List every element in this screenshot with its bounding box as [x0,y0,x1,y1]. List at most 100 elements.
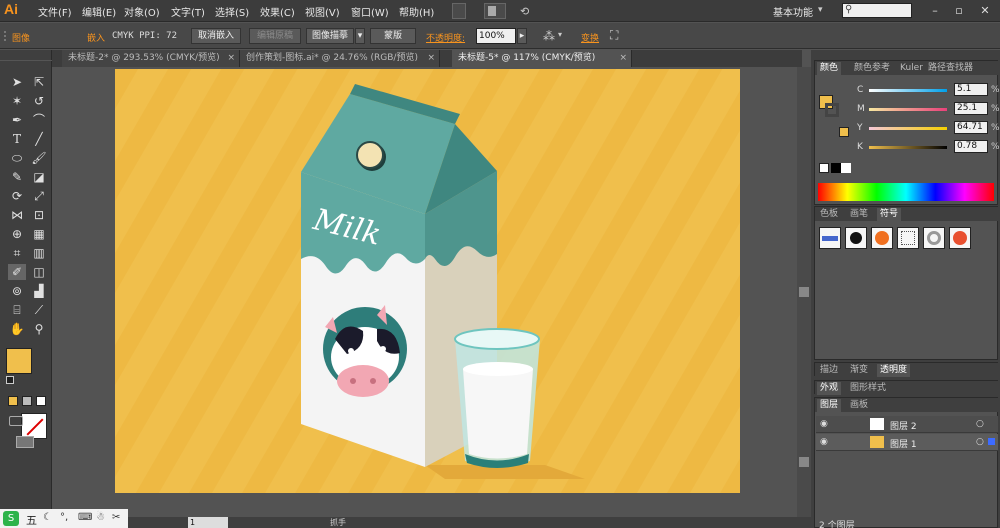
layer-row[interactable]: ◉ 图层 1 ○ [816,434,998,451]
transform-each-icon[interactable]: ⛶ [610,28,618,43]
curvature-tool-icon[interactable]: ⌒ [30,112,48,128]
tab-layers[interactable]: 图层 [817,399,842,412]
tab-transparency[interactable]: 透明度 [877,364,911,377]
rotate-tool-icon[interactable]: ⟳ [8,188,26,204]
pencil-tool-icon[interactable]: ✎ [8,169,26,185]
width-tool-icon[interactable]: ⋈ [8,207,26,223]
m-value-input[interactable]: 25.1 [954,102,988,115]
align-icon[interactable]: ⁂ [543,29,555,43]
moon-icon[interactable]: ☾ [43,512,52,523]
chevron-down-icon[interactable]: ▾ [558,30,562,39]
color-spectrum[interactable] [818,183,994,201]
menu-help[interactable]: 帮助(H) [399,4,434,19]
selection-type-label[interactable]: 图像 [12,31,30,44]
lasso-tool-icon[interactable]: ↺ [30,93,48,109]
symbol-orange-button[interactable] [871,227,893,249]
tab-gradient[interactable]: 渐变 [847,364,871,377]
white-swatch[interactable] [841,163,851,173]
maximize-icon[interactable]: ▫ [948,2,970,20]
y-value-input[interactable]: 64.71 [954,121,988,134]
layer-name[interactable]: 图层 1 [890,437,917,450]
paintbrush-tool-icon[interactable]: 🖌 [30,150,48,166]
settings-icon[interactable]: ✂ [112,512,120,523]
layer-row[interactable]: ◉ 图层 2 ○ [816,416,998,433]
close-icon[interactable]: × [619,50,627,67]
perspective-grid-tool-icon[interactable]: ▦ [30,226,48,242]
eyedropper-tool-icon[interactable]: ✐ [8,264,26,280]
tab-graphic-styles[interactable]: 图形样式 [847,382,889,395]
tab-artboards[interactable]: 画板 [847,399,871,412]
artboard[interactable]: Milk [115,69,740,493]
bridge-icon[interactable] [452,3,466,19]
tab-symbols[interactable]: 符号 [877,208,902,221]
slice-tool-icon[interactable]: ⟋ [30,302,48,318]
column-graph-tool-icon[interactable]: ▟ [30,283,48,299]
screen-mode-icon[interactable] [16,436,34,448]
tab-color-guide[interactable]: 颜色参考 [851,62,893,75]
c-value-input[interactable]: 5.1 [954,83,988,96]
vertical-scrollbar[interactable] [797,67,811,517]
stroke-swatch[interactable] [21,413,47,439]
menu-effect[interactable]: 效果(C) [260,4,295,19]
hand-tool-icon[interactable]: ✋ [8,321,26,337]
type-tool-icon[interactable]: T [8,131,26,147]
tab-appearance[interactable]: 外观 [817,382,842,395]
draw-mode-icon[interactable] [9,416,23,426]
none-swatch[interactable] [819,163,829,173]
menu-window[interactable]: 窗口(W) [351,4,389,19]
tab-pathfinder[interactable]: 路径查找器 [925,62,976,75]
tab-document-1[interactable]: 未标题-2* @ 293.53% (CMYK/预览) × [62,50,240,67]
scale-tool-icon[interactable]: ⤢ [30,188,48,204]
line-tool-icon[interactable]: ╱ [30,131,48,147]
close-icon[interactable]: × [427,50,435,67]
tab-color[interactable]: 颜色 [817,62,842,75]
tab-stroke[interactable]: 描边 [817,364,841,377]
opacity-input[interactable]: 100% [476,28,516,44]
pen-tool-icon[interactable]: ✒ [8,112,26,128]
y-slider[interactable] [869,127,947,130]
default-colors-icon[interactable] [6,376,14,384]
tab-brushes[interactable]: 画笔 [847,208,871,221]
selection-indicator[interactable] [988,438,995,445]
color-mode-icon[interactable] [8,396,18,406]
tab-kuler[interactable]: Kuler [897,62,926,75]
ellipse-tool-icon[interactable]: ⬭ [8,150,26,166]
k-slider[interactable] [869,146,947,149]
image-trace-button[interactable]: 图像描摹 [306,28,354,44]
symbol-ink-splat[interactable] [845,227,867,249]
eraser-tool-icon[interactable]: ◪ [30,169,48,185]
menu-view[interactable]: 视图(V) [305,4,340,19]
embedded-label[interactable]: 嵌入 [87,31,105,44]
page-field[interactable]: 1 [188,517,228,528]
tab-swatches[interactable]: 色板 [817,208,841,221]
k-value-input[interactable]: 0.78 [954,140,988,153]
target-icon[interactable]: ○ [976,437,984,447]
c-slider[interactable] [869,89,947,92]
close-icon[interactable]: ✕ [974,2,996,20]
target-icon[interactable]: ○ [976,419,984,429]
symbol-blue-bar[interactable] [819,227,841,249]
keyboard-icon[interactable]: ⌨ [78,512,92,523]
menu-object[interactable]: 对象(O) [124,4,160,19]
scroll-thumb[interactable] [799,287,809,297]
symbol-dotted-frame[interactable] [897,227,919,249]
eye-icon[interactable]: ◉ [820,437,828,447]
menu-select[interactable]: 选择(S) [215,4,249,19]
ime-mode[interactable]: 五 [26,512,37,528]
edit-original-button[interactable]: 编辑原稿 [249,28,301,44]
symbol-flower[interactable] [949,227,971,249]
shape-builder-tool-icon[interactable]: ⊕ [8,226,26,242]
m-slider[interactable] [869,108,947,111]
menu-edit[interactable]: 编辑(E) [82,4,116,19]
direct-selection-tool-icon[interactable]: ⇱ [30,74,48,90]
gradient-tool-icon[interactable]: ▥ [30,245,48,261]
blend-tool-icon[interactable]: ◫ [30,264,48,280]
mask-button[interactable]: 蒙版 [370,28,416,44]
out-of-gamut-swatch[interactable] [839,127,849,137]
mesh-tool-icon[interactable]: ⌗ [8,245,26,261]
trace-presets-chevron-icon[interactable]: ▾ [355,28,365,44]
menu-file[interactable]: 文件(F) [38,4,72,19]
magic-wand-tool-icon[interactable]: ✶ [8,93,26,109]
free-transform-tool-icon[interactable]: ⊡ [30,207,48,223]
opacity-arrow-icon[interactable]: ▸ [517,28,527,44]
